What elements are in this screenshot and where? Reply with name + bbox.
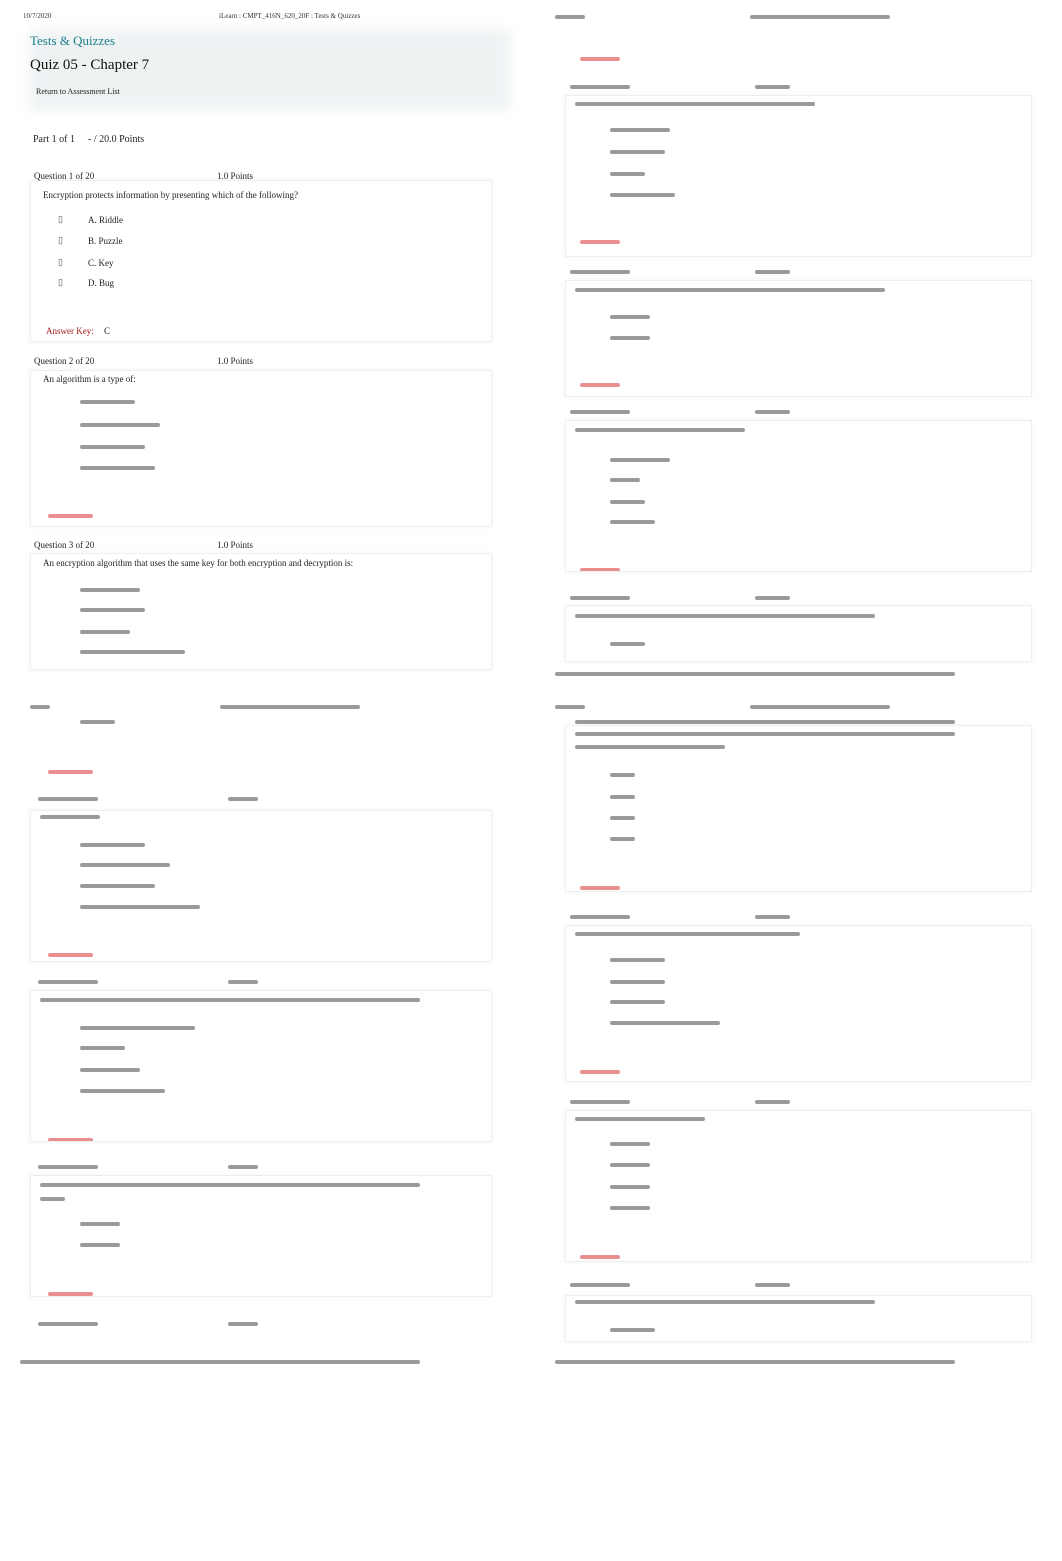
- question-text: Encryption protects information by prese…: [43, 190, 298, 200]
- blurred-text: [755, 915, 790, 919]
- blurred-text: [30, 705, 50, 709]
- blurred-text: [80, 445, 145, 449]
- part-points: - / 20.0 Points: [88, 134, 145, 145]
- blurred-card: [565, 925, 1032, 1082]
- blurred-card: [30, 990, 492, 1142]
- blurred-text: [228, 1322, 258, 1326]
- print-page-title: iLearn : CMPT_416N_620_20F : Tests & Qui…: [219, 12, 361, 20]
- blurred-text: [80, 608, 145, 612]
- blurred-text: [580, 57, 620, 61]
- blurred-text: [80, 466, 155, 470]
- blurred-card: [565, 95, 1032, 257]
- blurred-card: [565, 605, 1032, 662]
- question-points: 1.0 Points: [217, 171, 254, 181]
- return-link[interactable]: Return to Assessment List: [36, 87, 120, 96]
- blurred-card: [565, 280, 1032, 397]
- blurred-text: [80, 400, 135, 404]
- blurred-text: [48, 770, 93, 774]
- page-title: Quiz 05 - Chapter 7: [30, 57, 150, 73]
- blurred-text: [228, 980, 258, 984]
- blurred-text: [575, 720, 955, 724]
- blurred-text: [555, 15, 585, 19]
- blurred-text: [38, 797, 98, 801]
- option-c[interactable]: C. Key: [88, 258, 114, 268]
- blurred-text: [80, 423, 160, 427]
- blurred-text: [570, 85, 630, 89]
- option-b[interactable]: B. Puzzle: [88, 236, 123, 246]
- radio-button[interactable]: ▯: [58, 235, 63, 246]
- blurred-text: [38, 1165, 98, 1169]
- blurred-card: [565, 1110, 1032, 1262]
- radio-button[interactable]: ▯: [58, 214, 63, 225]
- blurred-text: [38, 980, 98, 984]
- blurred-card: [565, 1295, 1032, 1342]
- question-text: An algorithm is a type of:: [43, 374, 136, 384]
- answer-key-label: Answer Key:: [46, 326, 94, 336]
- blurred-text: [555, 705, 585, 709]
- blurred-text: [570, 596, 630, 600]
- blurred-text: [755, 596, 790, 600]
- question-points: 1.0 Points: [217, 356, 254, 366]
- document-preview: 10/7/2020 iLearn : CMPT_416N_620_20F : T…: [0, 0, 1062, 1561]
- print-date: 10/7/2020: [23, 12, 52, 20]
- blurred-text: [750, 15, 890, 19]
- blurred-text: [570, 1100, 630, 1104]
- blurred-text: [755, 1283, 790, 1287]
- blurred-text: [755, 85, 790, 89]
- blurred-card: [565, 725, 1032, 892]
- blurred-text: [220, 705, 360, 709]
- blurred-card: [30, 1175, 492, 1297]
- question-text: An encryption algorithm that uses the sa…: [43, 558, 354, 568]
- blurred-text: [570, 1283, 630, 1287]
- question-number: Question 1 of 20: [34, 171, 95, 181]
- blurred-card: [565, 420, 1032, 572]
- blurred-text: [80, 588, 140, 592]
- blurred-text: [80, 650, 185, 654]
- blurred-text: [570, 915, 630, 919]
- breadcrumb[interactable]: Tests & Quizzes: [30, 33, 115, 49]
- radio-button[interactable]: ▯: [58, 257, 63, 268]
- radio-button[interactable]: ▯: [58, 277, 63, 288]
- blurred-text: [555, 1360, 955, 1364]
- blurred-text: [755, 270, 790, 274]
- question-number: Question 3 of 20: [34, 540, 95, 550]
- blurred-text: [228, 1165, 258, 1169]
- question-points: 1.0 Points: [217, 540, 254, 550]
- option-a[interactable]: A. Riddle: [88, 215, 123, 225]
- blurred-text: [555, 672, 955, 676]
- blurred-text: [750, 705, 890, 709]
- blurred-text: [570, 410, 630, 414]
- part-label: Part 1 of 1: [33, 134, 75, 145]
- blurred-card: [30, 810, 492, 962]
- blurred-text: [755, 410, 790, 414]
- blurred-text: [80, 630, 130, 634]
- answer-key-value: C: [104, 326, 111, 336]
- question-number: Question 2 of 20: [34, 356, 95, 366]
- blurred-text: [80, 720, 115, 724]
- blurred-text: [228, 797, 258, 801]
- blurred-text: [48, 514, 93, 518]
- blurred-text: [570, 270, 630, 274]
- option-d[interactable]: D. Bug: [88, 278, 114, 288]
- blurred-text: [755, 1100, 790, 1104]
- blurred-text: [20, 1360, 420, 1364]
- blurred-text: [38, 1322, 98, 1326]
